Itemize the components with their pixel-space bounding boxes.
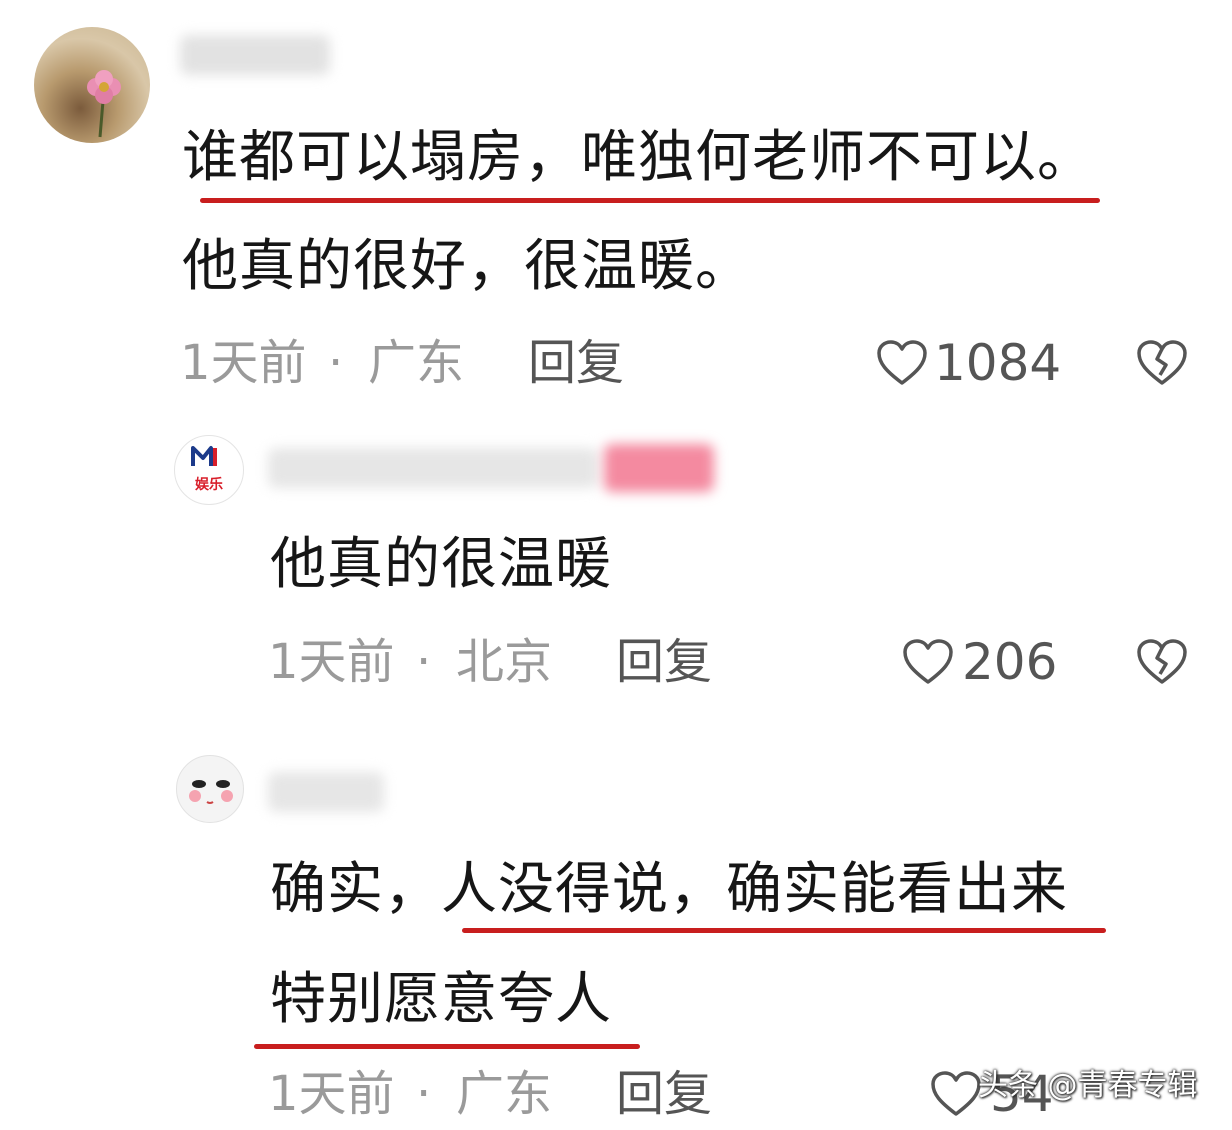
heart-icon[interactable] bbox=[902, 638, 954, 686]
flower-icon bbox=[87, 70, 121, 138]
comment-text-line: 确实，人没得说，确实能看出来 bbox=[270, 857, 1068, 922]
like-count: 206 bbox=[962, 633, 1058, 691]
m-logo-icon bbox=[191, 446, 217, 466]
heart-icon[interactable] bbox=[876, 339, 928, 387]
heart-icon[interactable] bbox=[930, 1070, 982, 1118]
like-count: 1084 bbox=[934, 334, 1062, 392]
comment-text-line: 他真的很温暖 bbox=[270, 532, 612, 597]
comment-text-line: 他真的很好，很温暖。 bbox=[182, 234, 752, 299]
comment-location: 广东 bbox=[456, 1066, 553, 1122]
username-blurred bbox=[268, 448, 598, 488]
broken-heart-icon[interactable] bbox=[1136, 638, 1188, 686]
highlight-underline bbox=[462, 928, 1106, 933]
avatar[interactable] bbox=[34, 27, 150, 143]
meta-separator: · bbox=[328, 335, 344, 391]
broken-heart-icon[interactable] bbox=[1136, 339, 1188, 387]
reply-button[interactable]: 回复 bbox=[528, 335, 624, 391]
badge-blurred bbox=[604, 444, 714, 492]
comment-location: 北京 bbox=[456, 634, 553, 690]
watermark: 头条 @青春专辑 bbox=[978, 1068, 1198, 1103]
cartoon-face-icon bbox=[189, 780, 233, 804]
highlight-underline bbox=[254, 1044, 640, 1049]
meta-separator: · bbox=[416, 634, 432, 690]
reply-button[interactable]: 回复 bbox=[616, 1066, 712, 1122]
comment-location: 广东 bbox=[368, 335, 465, 391]
reply-button[interactable]: 回复 bbox=[616, 634, 712, 690]
comment-text-line: 谁都可以塌房，唯独何老师不可以。 bbox=[182, 125, 1094, 190]
comment-time: 1天前 bbox=[268, 634, 395, 690]
comment-text-line: 特别愿意夸人 bbox=[270, 967, 612, 1032]
comment-time: 1天前 bbox=[268, 1066, 395, 1122]
meta-separator: · bbox=[416, 1066, 432, 1122]
highlight-underline bbox=[200, 198, 1100, 203]
avatar-label: 娱乐 bbox=[195, 477, 223, 493]
avatar[interactable]: 娱乐 bbox=[174, 435, 244, 505]
username-blurred bbox=[180, 35, 330, 75]
comment-time: 1天前 bbox=[180, 335, 307, 391]
avatar[interactable] bbox=[176, 755, 244, 823]
username-blurred bbox=[268, 772, 384, 812]
